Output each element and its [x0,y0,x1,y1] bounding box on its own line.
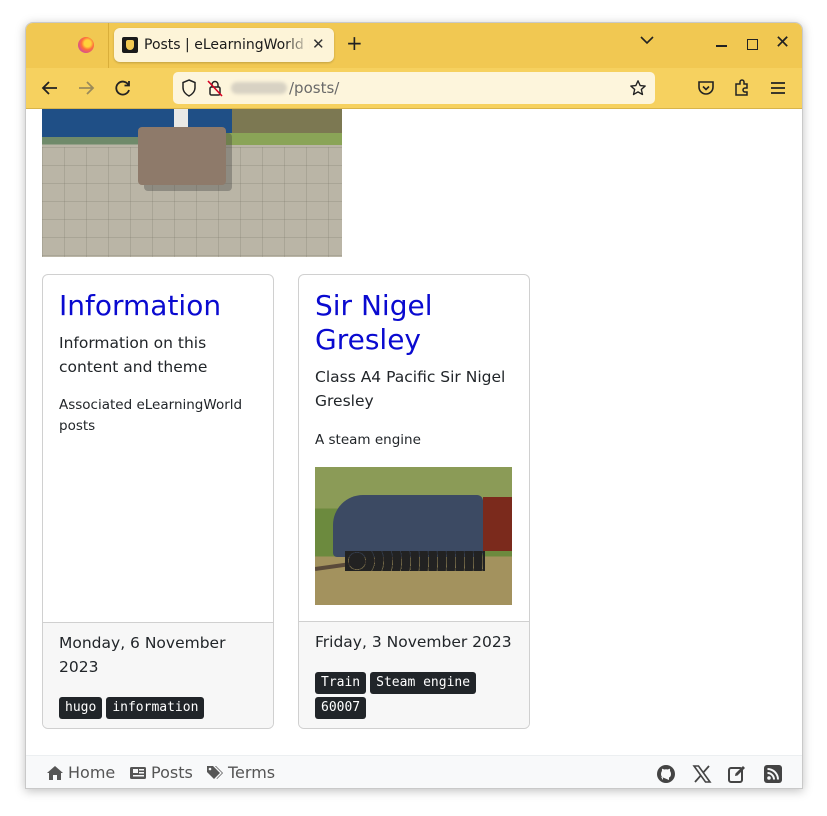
footer-posts-label: Posts [151,763,193,782]
maximize-button[interactable] [747,39,758,50]
footer-posts-link[interactable]: Posts [129,763,193,782]
image-coach [483,497,512,551]
tags-icon [207,765,223,779]
newspaper-icon [130,766,146,779]
image-wheels [345,551,485,571]
github-icon[interactable] [656,764,676,784]
url-bar[interactable]: /posts/ [173,72,655,104]
site-footer: Home Posts Terms [26,755,802,788]
pocket-icon[interactable] [696,78,716,98]
tag-list: Train Steam engine 60007 [315,672,520,719]
post-date: Monday, 6 November 2023 [59,634,226,676]
tab-strip: Posts | eLearningWorld E ✕ + ✕ [26,23,802,68]
insecure-lock-icon[interactable] [207,79,223,97]
browser-window: Posts | eLearningWorld E ✕ + ✕ /posts/ I… [25,22,803,789]
footer-home-link[interactable]: Home [46,763,115,782]
firefox-logo-icon[interactable] [78,37,94,53]
rss-icon[interactable] [763,764,783,784]
footer-terms-label: Terms [228,763,276,782]
post-date: Friday, 3 November 2023 [315,633,512,651]
post-card-sir-nigel-gresley: Sir Nigel Gresley Class A4 Pacific Sir N… [298,274,530,729]
tab-title: Posts | eLearningWorld E [144,37,310,53]
previous-post-image[interactable] [42,109,342,257]
forward-arrow-icon[interactable] [76,78,96,98]
card-footer: Friday, 3 November 2023 Train Steam engi… [299,621,529,728]
url-host-redacted [231,82,287,94]
tag-badge[interactable]: hugo [59,697,103,719]
minimize-button[interactable] [716,45,727,47]
tab-close-button[interactable]: ✕ [312,35,325,53]
tag-badge[interactable]: Steam engine [370,672,477,694]
tab-posts[interactable]: Posts | eLearningWorld E ✕ [114,28,334,62]
post-card-information: Information Information on this content … [42,274,274,729]
post-description: Information on this content and theme [59,334,208,376]
favicon-icon [122,37,138,53]
tag-badge[interactable]: information [106,697,205,719]
reload-icon[interactable] [113,78,133,98]
tab-separator [108,23,109,68]
url-path: /posts/ [289,79,340,97]
image-locomotive [333,495,483,557]
card-footer: Monday, 6 November 2023 hugo information [43,622,273,728]
post-description: Class A4 Pacific Sir Nigel Gresley [315,368,506,410]
image-signpost [174,109,188,127]
post-title-link[interactable]: Sir Nigel Gresley [315,289,515,357]
tag-list: hugo information [59,697,264,719]
footer-home-label: Home [68,763,116,782]
shield-icon[interactable] [181,79,197,97]
home-icon [47,765,63,780]
navigation-bar: /posts/ [26,68,802,109]
menu-hamburger-icon[interactable] [768,78,788,98]
footer-terms-link[interactable]: Terms [206,763,275,782]
x-icon[interactable] [692,764,712,784]
post-subtitle: A steam engine [315,432,421,448]
post-title-link[interactable]: Information [59,289,259,323]
tag-badge[interactable]: 60007 [315,697,367,719]
edit-icon[interactable] [727,764,747,784]
list-tabs-chevron-down-icon[interactable] [640,35,654,45]
image-grass [222,133,342,145]
steam-locomotive-image[interactable] [315,467,512,605]
post-subtitle: Associated eLearningWorld posts [59,397,243,434]
new-tab-button[interactable]: + [346,32,363,54]
bookmark-star-icon[interactable] [629,79,647,97]
back-arrow-icon[interactable] [40,78,60,98]
tag-badge[interactable]: Train [315,672,367,694]
extensions-puzzle-icon[interactable] [732,78,752,98]
image-stone-block [138,127,226,185]
page-content: Information Information on this content … [26,109,802,755]
close-window-button[interactable]: ✕ [775,32,790,53]
